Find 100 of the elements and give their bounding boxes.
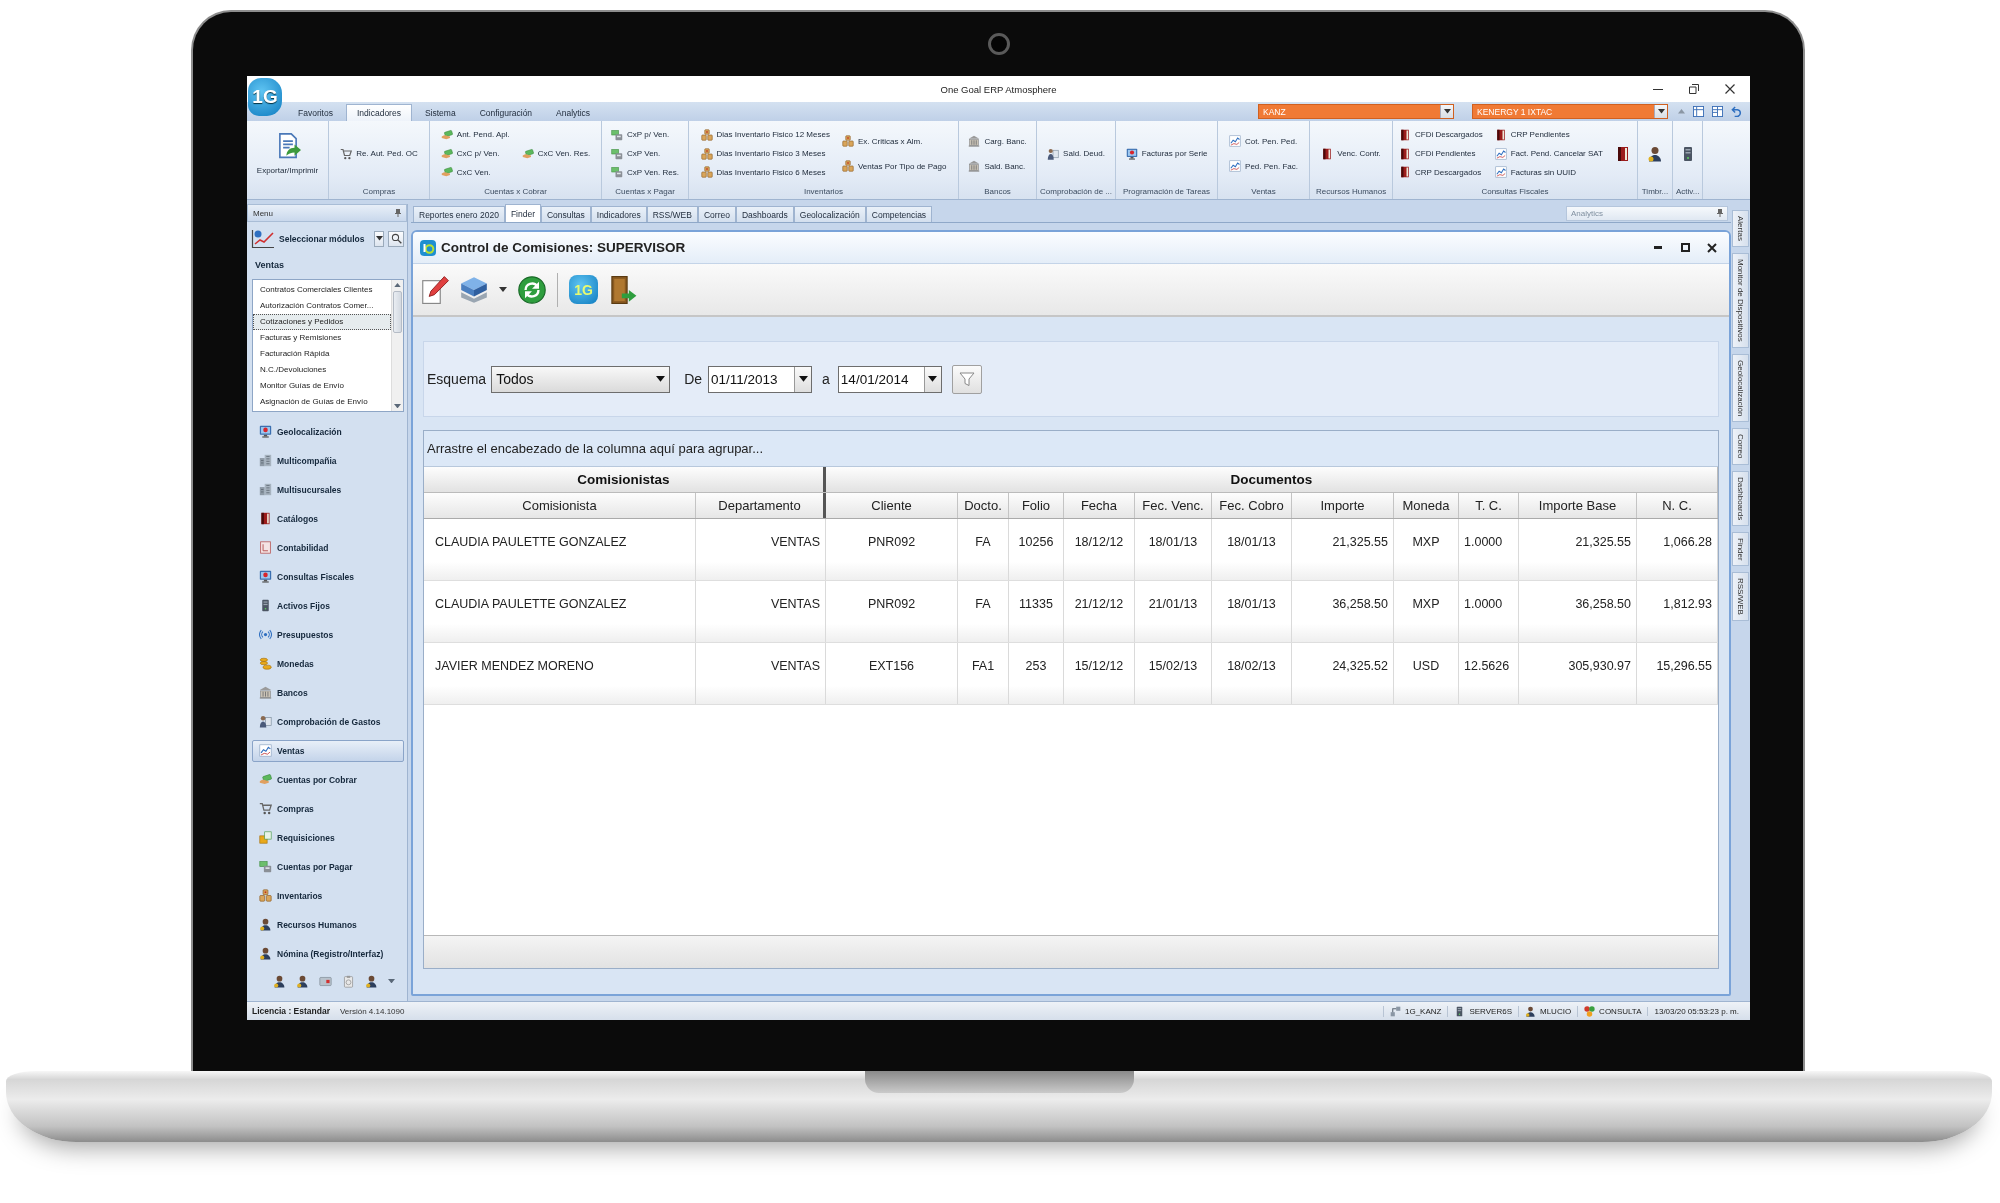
document-tab[interactable]: Reportes enero 2020 bbox=[413, 206, 505, 222]
restore-icon[interactable] bbox=[1689, 84, 1699, 94]
document-tab[interactable]: Dashboards bbox=[735, 206, 794, 222]
side-tab[interactable]: Dashboards bbox=[1732, 470, 1749, 526]
module-item[interactable]: Nómina (Registro/Interfaz) bbox=[252, 942, 404, 965]
column-header[interactable]: Cliente bbox=[826, 493, 958, 518]
ribbon-button[interactable]: Dias Inventario Fisico 3 Meses bbox=[700, 145, 826, 162]
submenu-item[interactable]: Cotizaciones y Pedidos bbox=[253, 314, 391, 330]
ribbon-button[interactable]: Fact. Pend. Cancelar SAT bbox=[1494, 145, 1603, 162]
column-header[interactable]: T. C. bbox=[1459, 493, 1519, 518]
document-tab[interactable]: RSS/WEB bbox=[646, 206, 698, 222]
side-tab[interactable]: Correo bbox=[1732, 428, 1749, 465]
ribbon-button[interactable]: CxP Ven. bbox=[611, 145, 661, 162]
panel-layout-icon[interactable] bbox=[1693, 106, 1704, 117]
module-item[interactable]: Recursos Humanos bbox=[252, 913, 404, 936]
id-card-icon[interactable] bbox=[319, 974, 332, 988]
ribbon-button[interactable]: Facturas por Serie bbox=[1125, 145, 1208, 162]
ribbon-button[interactable]: Re. Aut. Ped. OC bbox=[340, 145, 418, 162]
module-item[interactable]: Contabilidad bbox=[252, 536, 404, 559]
pin-icon[interactable] bbox=[395, 209, 401, 217]
side-tab[interactable]: Monitor de Dispositivos bbox=[1732, 252, 1749, 348]
document-tab[interactable]: Geolocalización bbox=[793, 206, 866, 222]
ribbon-button[interactable]: CFDi Descargados bbox=[1399, 126, 1483, 143]
ribbon-button[interactable]: Venc. Contr. bbox=[1321, 145, 1381, 162]
ribbon-button[interactable]: Cot. Pen. Ped. bbox=[1229, 133, 1298, 149]
minimize-icon[interactable] bbox=[1653, 88, 1663, 90]
user-icon[interactable] bbox=[1646, 145, 1663, 162]
caret-icon[interactable] bbox=[499, 287, 507, 292]
search-button[interactable] bbox=[388, 230, 404, 247]
ribbon-button[interactable]: CRP Pendientes bbox=[1494, 126, 1570, 143]
document-tab[interactable]: Competencias bbox=[865, 206, 933, 222]
column-header[interactable]: Importe Base bbox=[1519, 493, 1637, 518]
column-header[interactable]: Comisionista bbox=[424, 493, 696, 518]
pencil-page-icon[interactable] bbox=[421, 275, 449, 304]
module-item[interactable]: Catálogos bbox=[252, 507, 404, 530]
submenu-item[interactable]: N.C./Devoluciones bbox=[253, 362, 391, 378]
ribbon-button[interactable]: Exportar/Imprimir bbox=[256, 132, 319, 175]
ribbon-button[interactable]: Dias Inventario Fisico 12 Meses bbox=[700, 126, 830, 143]
date-field[interactable]: 01/11/2013 bbox=[708, 365, 813, 393]
door-arrow-icon[interactable] bbox=[609, 275, 637, 304]
column-header[interactable]: Fecha bbox=[1064, 493, 1135, 518]
close-icon[interactable] bbox=[1725, 84, 1735, 94]
ribbon-button[interactable]: Ped. Pen. Fac. bbox=[1229, 158, 1298, 174]
module-selector[interactable]: Seleccionar módulos bbox=[279, 233, 370, 244]
ribbon-tab[interactable]: Indicadores bbox=[345, 104, 412, 121]
module-item[interactable]: Presupuestos bbox=[252, 623, 404, 646]
side-tab[interactable]: Geolocalización bbox=[1732, 353, 1749, 423]
table-row[interactable]: JAVIER MENDEZ MORENO VENTAS EXT156 FA1 253 15/12/12 15/02/13 18/02/13 24,325.52 USD 12.5626 305,930.97 15,296.55 bbox=[424, 643, 1718, 705]
module-item[interactable]: Ventas bbox=[252, 739, 404, 762]
column-header[interactable]: Fec. Venc. bbox=[1135, 493, 1212, 518]
ribbon-button[interactable]: CRP Descargados bbox=[1399, 164, 1482, 181]
column-header[interactable]: Moneda bbox=[1394, 493, 1459, 518]
module-item[interactable]: Multisucursales bbox=[252, 478, 404, 501]
ribbon-tab[interactable]: Favoritos bbox=[287, 104, 344, 121]
module-item[interactable]: Cuentas por Pagar bbox=[252, 855, 404, 878]
maximize-icon[interactable] bbox=[1680, 243, 1690, 252]
module-item[interactable]: Bancos bbox=[252, 681, 404, 704]
clipboard-icon[interactable] bbox=[342, 974, 355, 988]
document-tab[interactable]: Finder bbox=[504, 204, 541, 222]
user-icon[interactable] bbox=[273, 974, 286, 988]
ribbon-button[interactable]: Dias Inventario Fisico 6 Meses bbox=[700, 164, 826, 181]
module-item[interactable]: Inventarios bbox=[252, 884, 404, 907]
ribbon-tab[interactable]: Configuración bbox=[468, 104, 544, 121]
module-item[interactable]: Requisiciones bbox=[252, 826, 404, 849]
column-header[interactable]: N. C. bbox=[1637, 493, 1718, 518]
module-item[interactable]: Geolocalización bbox=[252, 420, 404, 443]
submenu-item[interactable]: Facturas y Remisiones bbox=[253, 330, 391, 346]
side-tab[interactable]: Alertas bbox=[1732, 210, 1749, 247]
table-row[interactable]: CLAUDIA PAULETTE GONZALEZ VENTAS PNR092 FA 10256 18/12/12 18/01/13 18/01/13 21,325.55 MXP 1.0000 21,325.55 1,066.28 bbox=[424, 519, 1718, 581]
column-header[interactable]: Importe bbox=[1292, 493, 1394, 518]
ribbon-button[interactable]: CxC Ven. Res. bbox=[521, 145, 591, 162]
submenu-item[interactable]: Autorización Contratos Comer... bbox=[253, 298, 391, 314]
side-tab[interactable]: Finder bbox=[1732, 531, 1749, 567]
ribbon-button[interactable]: Facturas sin UUID bbox=[1494, 164, 1576, 181]
cube-stack-icon[interactable] bbox=[460, 275, 488, 304]
module-item[interactable]: Consultas Fiscales bbox=[252, 565, 404, 588]
module-item[interactable]: Activos Fijos bbox=[252, 594, 404, 617]
scrollbar[interactable] bbox=[391, 280, 403, 411]
scrollbar-thumb[interactable] bbox=[393, 291, 402, 334]
date-field[interactable]: 14/01/2014 bbox=[837, 365, 942, 393]
group-by-panel[interactable]: Arrastre el encabezado de la columna aquí para agrupar... bbox=[424, 431, 1718, 467]
submenu-item[interactable]: Contratos Comerciales Clientes bbox=[253, 282, 391, 298]
scheme-dropdown[interactable]: Todos bbox=[491, 365, 671, 393]
ribbon-button[interactable]: Carg. Banc. bbox=[968, 133, 1027, 149]
ribbon-tab[interactable]: Analytics bbox=[545, 104, 602, 121]
module-item[interactable]: Multicompañia bbox=[252, 449, 404, 472]
document-tab[interactable]: Correo bbox=[697, 206, 736, 222]
undo-icon[interactable] bbox=[1731, 106, 1742, 117]
column-header[interactable]: Folio bbox=[1009, 493, 1064, 518]
ribbon-button[interactable]: Sald. Banc. bbox=[968, 158, 1026, 174]
column-header[interactable]: Fec. Cobro bbox=[1212, 493, 1292, 518]
module-item[interactable]: Monedas bbox=[252, 652, 404, 675]
dropdown-button[interactable] bbox=[374, 230, 384, 247]
user-icon[interactable] bbox=[296, 974, 309, 988]
side-tab[interactable]: RSS/WEB bbox=[1732, 572, 1749, 622]
ribbon-button[interactable]: CFDi Pendientes bbox=[1399, 145, 1476, 162]
ribbon-button[interactable]: CxC Ven. bbox=[440, 164, 491, 181]
ribbon-button[interactable]: CxP Ven. Res. bbox=[611, 164, 679, 181]
module-item[interactable]: Cuentas por Cobrar bbox=[252, 768, 404, 791]
document-tab[interactable]: Indicadores bbox=[590, 206, 647, 222]
